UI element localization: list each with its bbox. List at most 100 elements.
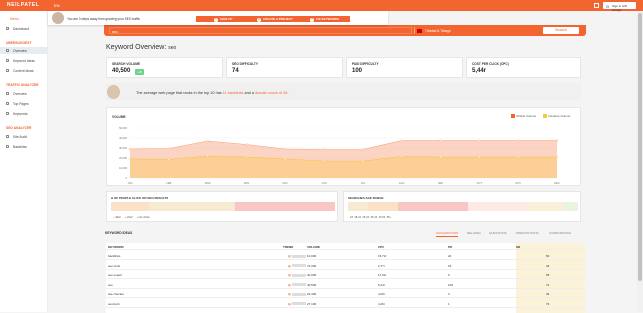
sidebar-item-keywords[interactable]: Keywords bbox=[13, 112, 27, 116]
info-mid: and a bbox=[244, 91, 254, 95]
sidebar-item-top-pages[interactable]: Top Pages bbox=[13, 102, 29, 106]
tab-related[interactable]: RELATED bbox=[467, 231, 481, 235]
data-point bbox=[128, 147, 132, 151]
location-select[interactable]: Trinidad & Tobago bbox=[414, 27, 538, 34]
trend-sparkline: ▤ bbox=[288, 273, 306, 277]
table-row[interactable]: backlinks ▤ 10,000 15,74r 24 50 bbox=[106, 251, 585, 260]
status-badge: +45 bbox=[135, 68, 145, 75]
step-fix-keywords[interactable]: 3 FIX KEYWORDS bbox=[310, 17, 339, 22]
col-volume[interactable]: VOLUME bbox=[307, 245, 320, 249]
step-number: 3 bbox=[310, 17, 314, 22]
notification-icon[interactable] bbox=[594, 3, 599, 8]
keywords-icon bbox=[6, 112, 9, 115]
legend-label: 45-54 bbox=[378, 216, 386, 219]
menu-button[interactable]: Menu bbox=[10, 17, 19, 21]
data-point bbox=[361, 159, 365, 163]
table-row[interactable]: seo expert ▤ 40,000 17,51r 6 65 bbox=[106, 270, 585, 279]
data-point bbox=[517, 155, 520, 159]
sidebar-item-overview[interactable]: Overview bbox=[13, 49, 27, 53]
tab-questions[interactable]: QUESTIONS bbox=[489, 231, 507, 235]
data-point bbox=[517, 139, 520, 142]
promo-text: You are 3 steps away from growing your S… bbox=[67, 17, 140, 21]
col-sd[interactable]: SD bbox=[516, 245, 520, 249]
x-tick-label: AUG bbox=[399, 181, 405, 185]
data-point bbox=[245, 143, 248, 146]
table-cell: 65 bbox=[546, 273, 550, 277]
data-point bbox=[206, 154, 209, 158]
sidebar-item-dashboard[interactable]: Dashboard bbox=[13, 27, 29, 31]
card-value: 40,500 bbox=[112, 68, 131, 74]
info-backlinks: 11 backlinks bbox=[222, 91, 244, 95]
data-point bbox=[245, 155, 248, 159]
card-paid-difficulty: PAID DIFFICULTY 100 bbox=[346, 57, 463, 78]
chart-plot: 50,000 40,000 30,000 20,000 10,000 0JAN FEB MAR… bbox=[119, 126, 560, 185]
y-tick-label: 50,000 bbox=[119, 126, 127, 130]
seg-18 bbox=[348, 202, 368, 211]
table-cell: 74,000 bbox=[307, 263, 317, 268]
tab-label: SUGGESTIONS bbox=[436, 231, 459, 237]
legend-label: 18 bbox=[350, 216, 353, 219]
data-point bbox=[322, 148, 326, 151]
col-cpc[interactable]: CPC bbox=[378, 245, 384, 249]
table-row[interactable]: seo tools ▤ 74,000 2,77r 15 34 bbox=[106, 261, 585, 270]
sidebar-item-site-audit[interactable]: Site Audit bbox=[13, 135, 27, 139]
legend-label: SEO bbox=[115, 216, 121, 219]
legend-paid: ● Paid bbox=[125, 216, 133, 219]
table-cell: 24 bbox=[448, 254, 452, 258]
seg-paid bbox=[149, 202, 235, 211]
table-header-row: KEYWORD TREND VOLUME CPC PD SD bbox=[106, 243, 585, 250]
trend-sparkline: ▤ bbox=[288, 264, 306, 268]
seg-seo bbox=[111, 202, 149, 211]
legend-label: No clicks bbox=[139, 216, 150, 219]
sidebar-item-content-ideas[interactable]: Content Ideas bbox=[13, 69, 34, 73]
table-row[interactable]: seo ▤ 40,500 5,44r 100 74 bbox=[106, 280, 585, 289]
col-trend[interactable]: TREND bbox=[283, 245, 293, 249]
language-selector[interactable]: EN bbox=[54, 3, 60, 8]
card-label: SEARCH VOLUME bbox=[112, 62, 140, 66]
seg-45-54 bbox=[528, 202, 564, 211]
tab-comparisons[interactable]: COMPARISONS bbox=[549, 231, 571, 235]
sidebar bbox=[0, 11, 48, 312]
col-keyword[interactable]: KEYWORD bbox=[108, 245, 124, 249]
search-button[interactable]: Search bbox=[543, 27, 579, 34]
top-bar bbox=[0, 0, 643, 11]
logo[interactable]: NEILPATEL bbox=[7, 2, 39, 8]
backlinks-info: The average web page that ranks in the t… bbox=[106, 83, 581, 100]
table-cell: 74 bbox=[546, 301, 550, 306]
keyword-table: KEYWORD TREND VOLUME CPC PD SD backlinks… bbox=[106, 243, 585, 313]
sidebar-item-traffic-overview[interactable]: Overview bbox=[13, 92, 27, 96]
data-point bbox=[167, 158, 170, 161]
flag-icon bbox=[417, 28, 422, 33]
x-tick-label: DEC bbox=[554, 181, 560, 185]
data-point bbox=[555, 139, 559, 142]
x-tick-label: SEP bbox=[438, 181, 443, 185]
col-pd[interactable]: PD bbox=[448, 245, 452, 249]
info-pre: The average web page that ranks in the t… bbox=[136, 91, 222, 95]
card-search-volume: SEARCH VOLUME 40,500 +45 bbox=[106, 57, 223, 78]
data-point bbox=[478, 155, 481, 159]
x-tick-label: NOV bbox=[515, 181, 521, 185]
google-signin-button[interactable]: G Sign in with Google bbox=[603, 2, 636, 12]
tab-suggestions[interactable]: SUGGESTIONS bbox=[436, 231, 459, 237]
card-value: 100 bbox=[352, 68, 363, 74]
search-input[interactable]: seo bbox=[109, 27, 412, 34]
tab-prepositions[interactable]: PREPOSITIONS bbox=[516, 231, 539, 235]
table-cell: 6 bbox=[448, 273, 450, 277]
seg-18-24 bbox=[368, 202, 398, 211]
x-tick-label: JUN bbox=[322, 181, 327, 185]
sidebar-item-keyword-ideas[interactable]: Keyword Ideas bbox=[13, 59, 35, 63]
step-label: FIX KEYWORDS bbox=[316, 16, 340, 21]
step-create-project[interactable]: 2 CREATE A PROJECT bbox=[257, 17, 293, 22]
table-row[interactable]: semrush ▤ 27,100 4,26r 1 74 bbox=[106, 299, 585, 308]
scrollbar-thumb[interactable] bbox=[638, 13, 642, 281]
y-tick-label: 30,000 bbox=[119, 146, 127, 150]
google-icon: G bbox=[606, 3, 610, 9]
info-domain-score: domain score of 35. bbox=[255, 91, 289, 95]
sidebar-item-backlinks[interactable]: Backlinks bbox=[13, 145, 27, 149]
step-sign-up[interactable]: 1 SIGN UP bbox=[214, 17, 232, 22]
table-row[interactable]: site checker ▤ 22,300 4,09r 3 36 bbox=[106, 289, 585, 298]
card-value: 74 bbox=[232, 68, 239, 74]
table-cell: 34 bbox=[546, 263, 550, 268]
table-cell: 100 bbox=[448, 282, 454, 287]
card-value: 5,44r bbox=[472, 68, 487, 74]
